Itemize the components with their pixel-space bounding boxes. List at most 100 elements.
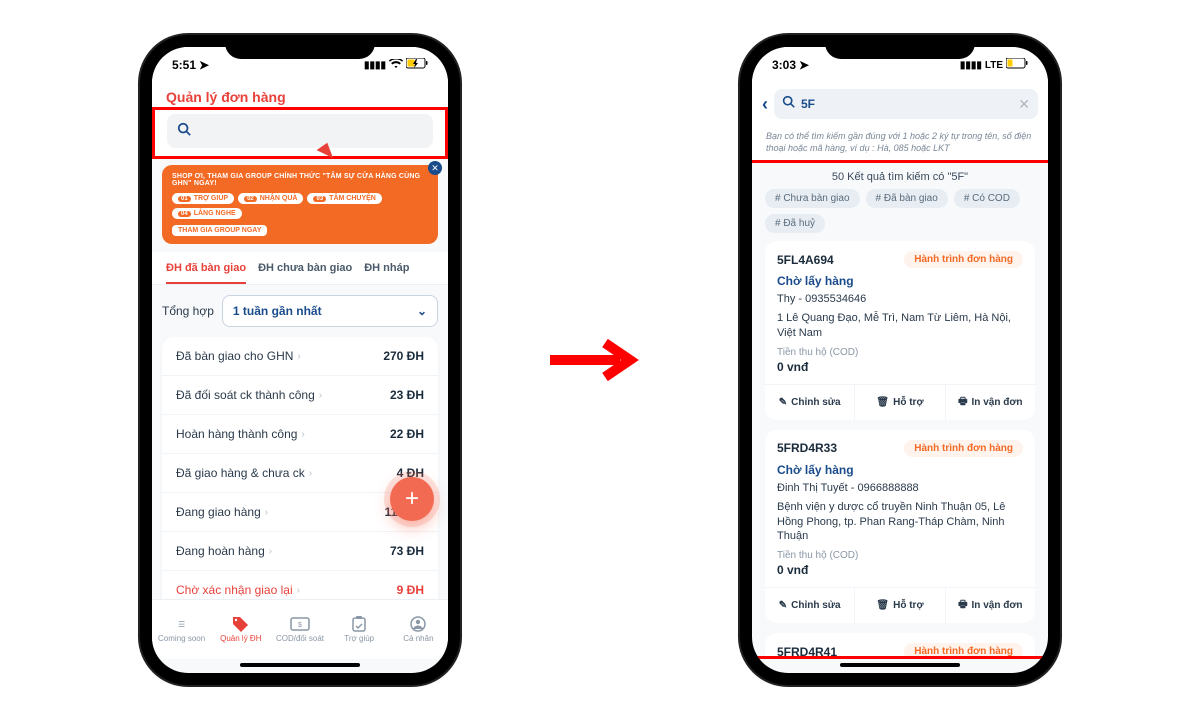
order-code: 5FL4A694 [777, 253, 834, 267]
row-value: 22 ĐH [390, 427, 424, 441]
pencil-icon: ✎ [779, 397, 787, 408]
order-journey-badge[interactable]: Hành trình đơn hàng [904, 251, 1023, 268]
results-highlight: 50 Kết quả tìm kiếm có "5F" # Chưa bàn g… [752, 160, 1048, 659]
period-select[interactable]: 1 tuần gần nhất ⌄ [222, 295, 438, 327]
tab-delivered[interactable]: ĐH đã bàn giao [166, 262, 246, 284]
notch [225, 35, 375, 59]
status-time: 5:51 [172, 58, 196, 72]
summary-row[interactable]: Hoàn hàng thành công › 22 ĐH [162, 415, 438, 454]
chip-cancelled[interactable]: # Đã huỷ [765, 214, 825, 233]
page-title: Quản lý đơn hàng [152, 83, 448, 107]
order-code: 5FRD4R41 [777, 645, 837, 656]
summary-row[interactable]: Đã bàn giao cho GHN ›270 ĐH [162, 337, 438, 376]
banner-pill: 01TRỢ GIÚP [172, 193, 234, 204]
print-button[interactable]: 🖶In vận đơn [946, 588, 1035, 623]
nav-profile[interactable]: Cá nhân [389, 600, 448, 659]
filter-chips: # Chưa bàn giao # Đã bàn giao # Có COD #… [755, 189, 1045, 241]
row-value: 23 ĐH [390, 388, 424, 402]
tag-icon [231, 616, 251, 632]
search-input[interactable] [795, 97, 1018, 111]
select-value: 1 tuần gần nhất [233, 304, 322, 318]
summary-row[interactable]: Chờ xác nhận giao lại › 9 ĐH [162, 571, 438, 599]
summary-row[interactable]: Đã đối soát ck thành công ›23 ĐH [162, 376, 438, 415]
order-journey-badge[interactable]: Hành trình đơn hàng [904, 643, 1023, 656]
nav-help[interactable]: Trợ giúp [330, 600, 389, 659]
bottom-nav: ☰Coming soon Quản lý ĐH $COD/đối soát Tr… [152, 599, 448, 659]
edit-button[interactable]: ✎Chỉnh sửa [765, 385, 855, 420]
order-contact: Thy - 0935534646 [777, 292, 1023, 307]
nav-orders[interactable]: Quản lý ĐH [211, 600, 270, 659]
money-icon: $ [290, 616, 310, 632]
search-highlight [152, 107, 448, 159]
banner-pill: 02NHẬN QUÀ [238, 193, 303, 204]
nav-coming-soon[interactable]: ☰Coming soon [152, 600, 211, 659]
cod-label: Tiền thu hộ (COD) [777, 550, 1023, 561]
print-button[interactable]: 🖶In vận đơn [946, 385, 1035, 420]
order-status: Chờ lấy hàng [777, 463, 1023, 477]
arrow-right [545, 335, 655, 385]
row-label: Hoàn hàng thành công › [176, 427, 305, 441]
location-icon: ➤ [799, 58, 809, 72]
search-icon [782, 95, 795, 113]
chevron-right-icon: › [319, 390, 322, 401]
fab-add-order[interactable]: + [390, 477, 434, 521]
support-button[interactable]: 🗑Hỗ trợ [855, 385, 945, 420]
summary-row[interactable]: Đang hoàn hàng › 73 ĐH [162, 532, 438, 571]
chip-cod[interactable]: # Có COD [954, 189, 1020, 208]
row-value: 73 ĐH [390, 544, 424, 558]
tab-draft[interactable]: ĐH nháp [364, 262, 409, 284]
network-label: LTE [985, 60, 1003, 71]
banner-pill: 03TÂM CHUYỆN [307, 193, 381, 204]
chevron-down-icon: ⌄ [417, 304, 427, 318]
banner-cta[interactable]: THAM GIA GROUP NGAY [172, 225, 267, 236]
wifi-icon [389, 59, 403, 72]
chip-undilivered[interactable]: # Chưa bàn giao [765, 189, 860, 208]
support-button[interactable]: 🗑Hỗ trợ [855, 588, 945, 623]
search-topbar: ‹ ✕ [752, 83, 1048, 125]
back-button[interactable]: ‹ [762, 94, 768, 115]
order-journey-badge[interactable]: Hành trình đơn hàng [904, 440, 1023, 457]
chevron-right-icon: › [265, 507, 268, 518]
printer-icon: 🖶 [958, 394, 967, 411]
chip-delivered[interactable]: # Đã bàn giao [866, 189, 948, 208]
cod-label: Tiền thu hộ (COD) [777, 347, 1023, 358]
trash-icon: 🗑 [876, 600, 889, 611]
notch [825, 35, 975, 59]
order-card[interactable]: 5FL4A694 Hành trình đơn hàng Chờ lấy hàng… [765, 241, 1035, 420]
search-input[interactable] [191, 124, 423, 139]
phone-right: 3:03➤ ▮▮▮▮ LTE ‹ ✕ Bạn có thể tìm kiếm g… [740, 35, 1060, 685]
row-label: Đã giao hàng & chưa ck › [176, 466, 312, 480]
order-amount: 0 vnđ [777, 360, 1023, 374]
status-time: 3:03 [772, 58, 796, 72]
order-address: Bệnh viện y dược cổ truyền Ninh Thuận 05… [777, 500, 1023, 545]
user-icon [408, 616, 428, 632]
row-label: Đang giao hàng › [176, 505, 268, 519]
row-label: Chờ xác nhận giao lại › [176, 583, 300, 597]
tab-undilivered[interactable]: ĐH chưa bàn giao [258, 262, 352, 284]
chevron-right-icon: › [297, 351, 300, 362]
order-status: Chờ lấy hàng [777, 274, 1023, 288]
order-card[interactable]: 5FRD4R33Hành trình đơn hàng Chờ lấy hàng… [765, 430, 1035, 623]
trash-icon: 🗑 [876, 397, 889, 408]
search-box[interactable]: ✕ [774, 89, 1038, 119]
clipboard-icon [349, 616, 369, 632]
close-icon[interactable]: ✕ [428, 161, 442, 175]
order-amount: 0 vnđ [777, 563, 1023, 577]
search-hint: Bạn có thể tìm kiếm gần đúng với 1 hoặc … [752, 125, 1048, 160]
search-box[interactable] [167, 114, 433, 148]
promo-banner[interactable]: ✕ SHOP ƠI, THAM GIA GROUP CHÍNH THỨC "TÂ… [162, 165, 438, 244]
row-value: 9 ĐH [397, 583, 424, 597]
chevron-right-icon: › [269, 546, 272, 557]
signal-icon: ▮▮▮▮ [364, 60, 386, 71]
clear-icon[interactable]: ✕ [1018, 96, 1030, 113]
order-contact: Đinh Thị Tuyết - 0966888888 [777, 481, 1023, 496]
order-card[interactable]: 5FRD4R41Hành trình đơn hàng Chờ lấy hàng… [765, 633, 1035, 656]
nav-cod[interactable]: $COD/đối soát [270, 600, 329, 659]
edit-button[interactable]: ✎Chỉnh sửa [765, 588, 855, 623]
battery-icon [1006, 58, 1028, 72]
signal-icon: ▮▮▮▮ [960, 60, 982, 71]
chevron-right-icon: › [301, 429, 304, 440]
home-indicator [840, 663, 960, 667]
row-label: Đang hoàn hàng › [176, 544, 272, 558]
chevron-right-icon: › [297, 585, 300, 596]
